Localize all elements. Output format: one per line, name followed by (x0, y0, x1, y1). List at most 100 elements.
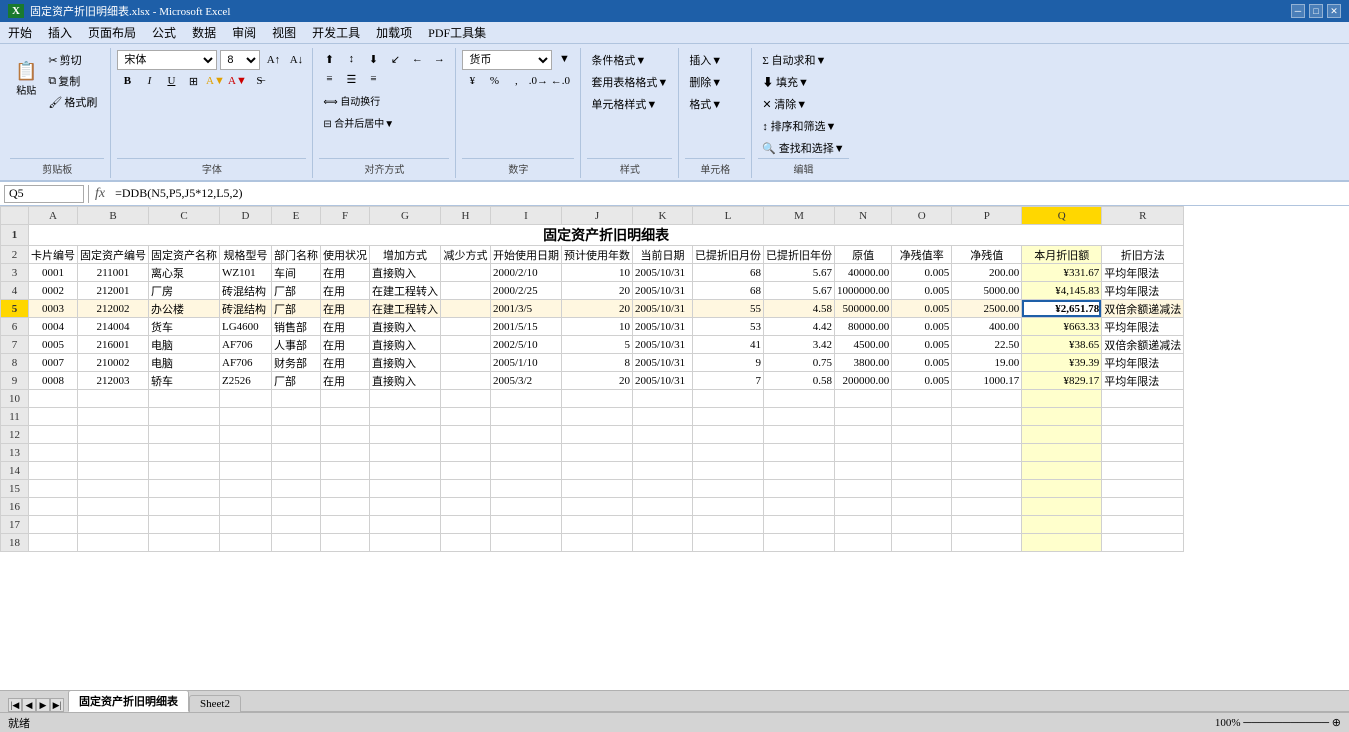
cell-K9[interactable]: 2005/10/31 (633, 372, 693, 390)
row-header-2[interactable]: 2 (1, 246, 29, 264)
col-header-D[interactable]: D (220, 207, 272, 225)
cell-Q7[interactable]: ¥38.65 (1022, 336, 1102, 354)
row-header-13[interactable]: 13 (1, 444, 29, 462)
row-header-8[interactable]: 8 (1, 354, 29, 372)
cell-A4[interactable]: 0002 (29, 282, 78, 300)
header-F[interactable]: 使用状况 (321, 246, 370, 264)
border-button[interactable]: ⊞ (183, 72, 203, 90)
cell-G5[interactable]: 在建工程转入 (370, 300, 441, 318)
format-painter-button[interactable]: 🖌 格式刷 (44, 92, 104, 112)
cell-A3[interactable]: 0001 (29, 264, 78, 282)
cell-O5[interactable]: 0.005 (892, 300, 952, 318)
cell-C8[interactable]: 电脑 (149, 354, 220, 372)
cell-N4[interactable]: 1000000.00 (835, 282, 892, 300)
cell-G9[interactable]: 直接购入 (370, 372, 441, 390)
cell-P5[interactable]: 2500.00 (952, 300, 1022, 318)
cell-N5[interactable]: 500000.00 (835, 300, 892, 318)
text-direction-button[interactable]: ↙ (385, 50, 405, 68)
cell-K8[interactable]: 2005/10/31 (633, 354, 693, 372)
table-format-button[interactable]: 套用表格格式▼ (587, 72, 672, 92)
col-header-B[interactable]: B (78, 207, 149, 225)
cell-I7[interactable]: 2002/5/10 (491, 336, 562, 354)
col-header-I[interactable]: I (491, 207, 562, 225)
cell-B5[interactable]: 212002 (78, 300, 149, 318)
header-A[interactable]: 卡片编号 (29, 246, 78, 264)
cell-styles-button[interactable]: 单元格样式▼ (587, 94, 661, 114)
delete-cells-button[interactable]: 删除▼ (685, 72, 745, 92)
menu-insert[interactable]: 插入 (40, 22, 80, 43)
sheet-grid[interactable]: A B C D E F G H I J K L M N O P Q (0, 206, 1349, 690)
cell-F3[interactable]: 在用 (321, 264, 370, 282)
cell-I5[interactable]: 2001/3/5 (491, 300, 562, 318)
cell-B7[interactable]: 216001 (78, 336, 149, 354)
header-L[interactable]: 已提折旧月份 (693, 246, 764, 264)
row-header-17[interactable]: 17 (1, 516, 29, 534)
tab-first-button[interactable]: |◀ (8, 698, 22, 712)
cell-F8[interactable]: 在用 (321, 354, 370, 372)
number-format-select[interactable]: 货币 (462, 50, 552, 70)
percent-button[interactable]: % (484, 72, 504, 90)
cell-D7[interactable]: AF706 (220, 336, 272, 354)
cell-H9[interactable] (441, 372, 491, 390)
cell-I4[interactable]: 2000/2/25 (491, 282, 562, 300)
cell-E3[interactable]: 车间 (272, 264, 321, 282)
cell-N8[interactable]: 3800.00 (835, 354, 892, 372)
close-button[interactable]: ✕ (1327, 4, 1341, 18)
header-B[interactable]: 固定资产编号 (78, 246, 149, 264)
cell-M6[interactable]: 4.42 (764, 318, 835, 336)
cell-P9[interactable]: 1000.17 (952, 372, 1022, 390)
cell-E7[interactable]: 人事部 (272, 336, 321, 354)
header-G[interactable]: 增加方式 (370, 246, 441, 264)
align-bottom-button[interactable]: ⬇ (363, 50, 383, 68)
cell-R3[interactable]: 平均年限法 (1102, 264, 1184, 282)
cell-J3[interactable]: 10 (562, 264, 633, 282)
cell-F4[interactable]: 在用 (321, 282, 370, 300)
menu-review[interactable]: 审阅 (224, 22, 264, 43)
bold-button[interactable]: B (117, 72, 137, 90)
row-header-4[interactable]: 4 (1, 282, 29, 300)
cell-D3[interactable]: WZ101 (220, 264, 272, 282)
cell-G7[interactable]: 直接购入 (370, 336, 441, 354)
cell-E8[interactable]: 财务部 (272, 354, 321, 372)
row-header-14[interactable]: 14 (1, 462, 29, 480)
row-header-7[interactable]: 7 (1, 336, 29, 354)
font-color-button[interactable]: A▼ (227, 72, 247, 90)
cell-G6[interactable]: 直接购入 (370, 318, 441, 336)
cell-K7[interactable]: 2005/10/31 (633, 336, 693, 354)
cell-C3[interactable]: 离心泵 (149, 264, 220, 282)
cell-H4[interactable] (441, 282, 491, 300)
col-header-O[interactable]: O (892, 207, 952, 225)
cell-C6[interactable]: 货车 (149, 318, 220, 336)
insert-cells-button[interactable]: 插入▼ (685, 50, 745, 70)
menu-view[interactable]: 视图 (264, 22, 304, 43)
cell-F5[interactable]: 在用 (321, 300, 370, 318)
cell-G4[interactable]: 在建工程转入 (370, 282, 441, 300)
cell-J5[interactable]: 20 (562, 300, 633, 318)
header-P[interactable]: 净残值 (952, 246, 1022, 264)
cell-C4[interactable]: 厂房 (149, 282, 220, 300)
cell-H8[interactable] (441, 354, 491, 372)
col-header-H[interactable]: H (441, 207, 491, 225)
row-header-18[interactable]: 18 (1, 534, 29, 552)
cell-J7[interactable]: 5 (562, 336, 633, 354)
cut-button[interactable]: ✂ 剪切 (44, 50, 104, 70)
header-H[interactable]: 减少方式 (441, 246, 491, 264)
cell-D5[interactable]: 砖混结构 (220, 300, 272, 318)
cell-L7[interactable]: 41 (693, 336, 764, 354)
cell-P8[interactable]: 19.00 (952, 354, 1022, 372)
row-header-15[interactable]: 15 (1, 480, 29, 498)
cell-R8[interactable]: 平均年限法 (1102, 354, 1184, 372)
maximize-button[interactable]: □ (1309, 4, 1323, 18)
cell-L5[interactable]: 55 (693, 300, 764, 318)
cell-D4[interactable]: 砖混结构 (220, 282, 272, 300)
cell-P6[interactable]: 400.00 (952, 318, 1022, 336)
col-header-P[interactable]: P (952, 207, 1022, 225)
increase-font-button[interactable]: A↑ (263, 51, 283, 69)
cell-K4[interactable]: 2005/10/31 (633, 282, 693, 300)
row-header-16[interactable]: 16 (1, 498, 29, 516)
fill-button[interactable]: ⬇ 填充▼ (758, 72, 818, 92)
cell-F7[interactable]: 在用 (321, 336, 370, 354)
header-Q[interactable]: 本月折旧额 (1022, 246, 1102, 264)
cell-O9[interactable]: 0.005 (892, 372, 952, 390)
cell-Q5[interactable]: ¥2,651.78 (1022, 300, 1102, 318)
